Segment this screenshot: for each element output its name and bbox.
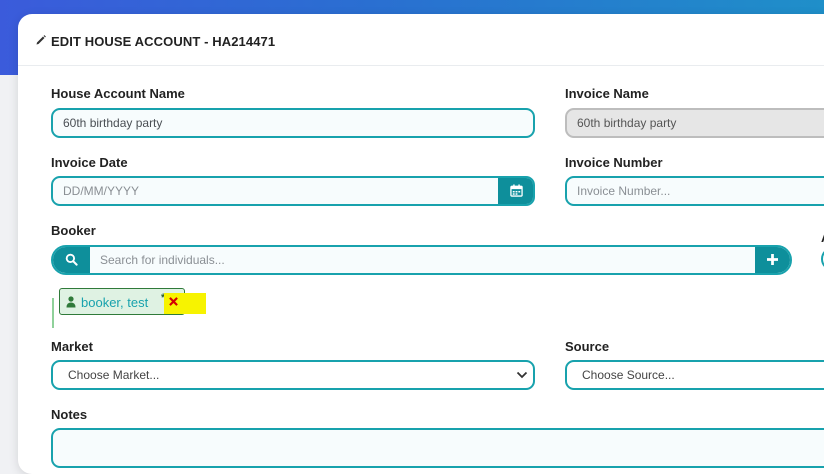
- calendar-button[interactable]: [498, 178, 533, 204]
- booker-search-input[interactable]: Search for individuals...: [100, 247, 225, 273]
- notes-textarea[interactable]: [51, 428, 824, 468]
- house-account-name-label: House Account Name: [51, 86, 185, 101]
- source-label: Source: [565, 339, 610, 354]
- plus-icon: [767, 254, 778, 265]
- invoice-name-input: 60th birthday party: [565, 108, 824, 138]
- invoice-name-label: Invoice Name: [565, 86, 649, 101]
- pencil-icon: [36, 35, 46, 45]
- booker-label: Booker: [51, 223, 96, 238]
- booker-chip-label[interactable]: booker, test: [81, 295, 148, 310]
- invoice-date-label: Invoice Date: [51, 155, 128, 170]
- chevron-down-icon: [516, 371, 528, 379]
- notes-label: Notes: [51, 407, 88, 422]
- source-selected-value: Choose Source...: [582, 368, 675, 382]
- market-select[interactable]: Choose Market...: [51, 360, 535, 390]
- calendar-icon: [510, 184, 523, 197]
- close-icon: [169, 297, 178, 306]
- market-selected-value: Choose Market...: [68, 368, 160, 382]
- invoice-date-input[interactable]: DD/MM/YYYY: [51, 176, 535, 206]
- market-label: Market: [51, 339, 93, 354]
- remove-booker-button[interactable]: [169, 294, 178, 309]
- booker-search-button[interactable]: [53, 247, 90, 273]
- booker-search-group: Search for individuals...: [51, 245, 792, 275]
- chip-divider: [52, 298, 54, 328]
- invoice-number-label: Invoice Number: [565, 155, 663, 170]
- search-icon: [65, 253, 78, 266]
- modal-title: EDIT HOUSE ACCOUNT - HA214471: [51, 34, 276, 49]
- invoice-number-input[interactable]: Invoice Number...: [565, 176, 824, 206]
- house-account-name-input[interactable]: 60th birthday party: [51, 108, 535, 138]
- source-select[interactable]: Choose Source...: [565, 360, 824, 390]
- modal-header: EDIT HOUSE ACCOUNT - HA214471: [18, 14, 824, 66]
- invoice-date-placeholder: DD/MM/YYYY: [63, 184, 140, 198]
- add-booker-button[interactable]: [755, 247, 790, 273]
- edit-house-account-modal: EDIT HOUSE ACCOUNT - HA214471 House Acco…: [18, 14, 824, 474]
- user-icon: [66, 296, 76, 308]
